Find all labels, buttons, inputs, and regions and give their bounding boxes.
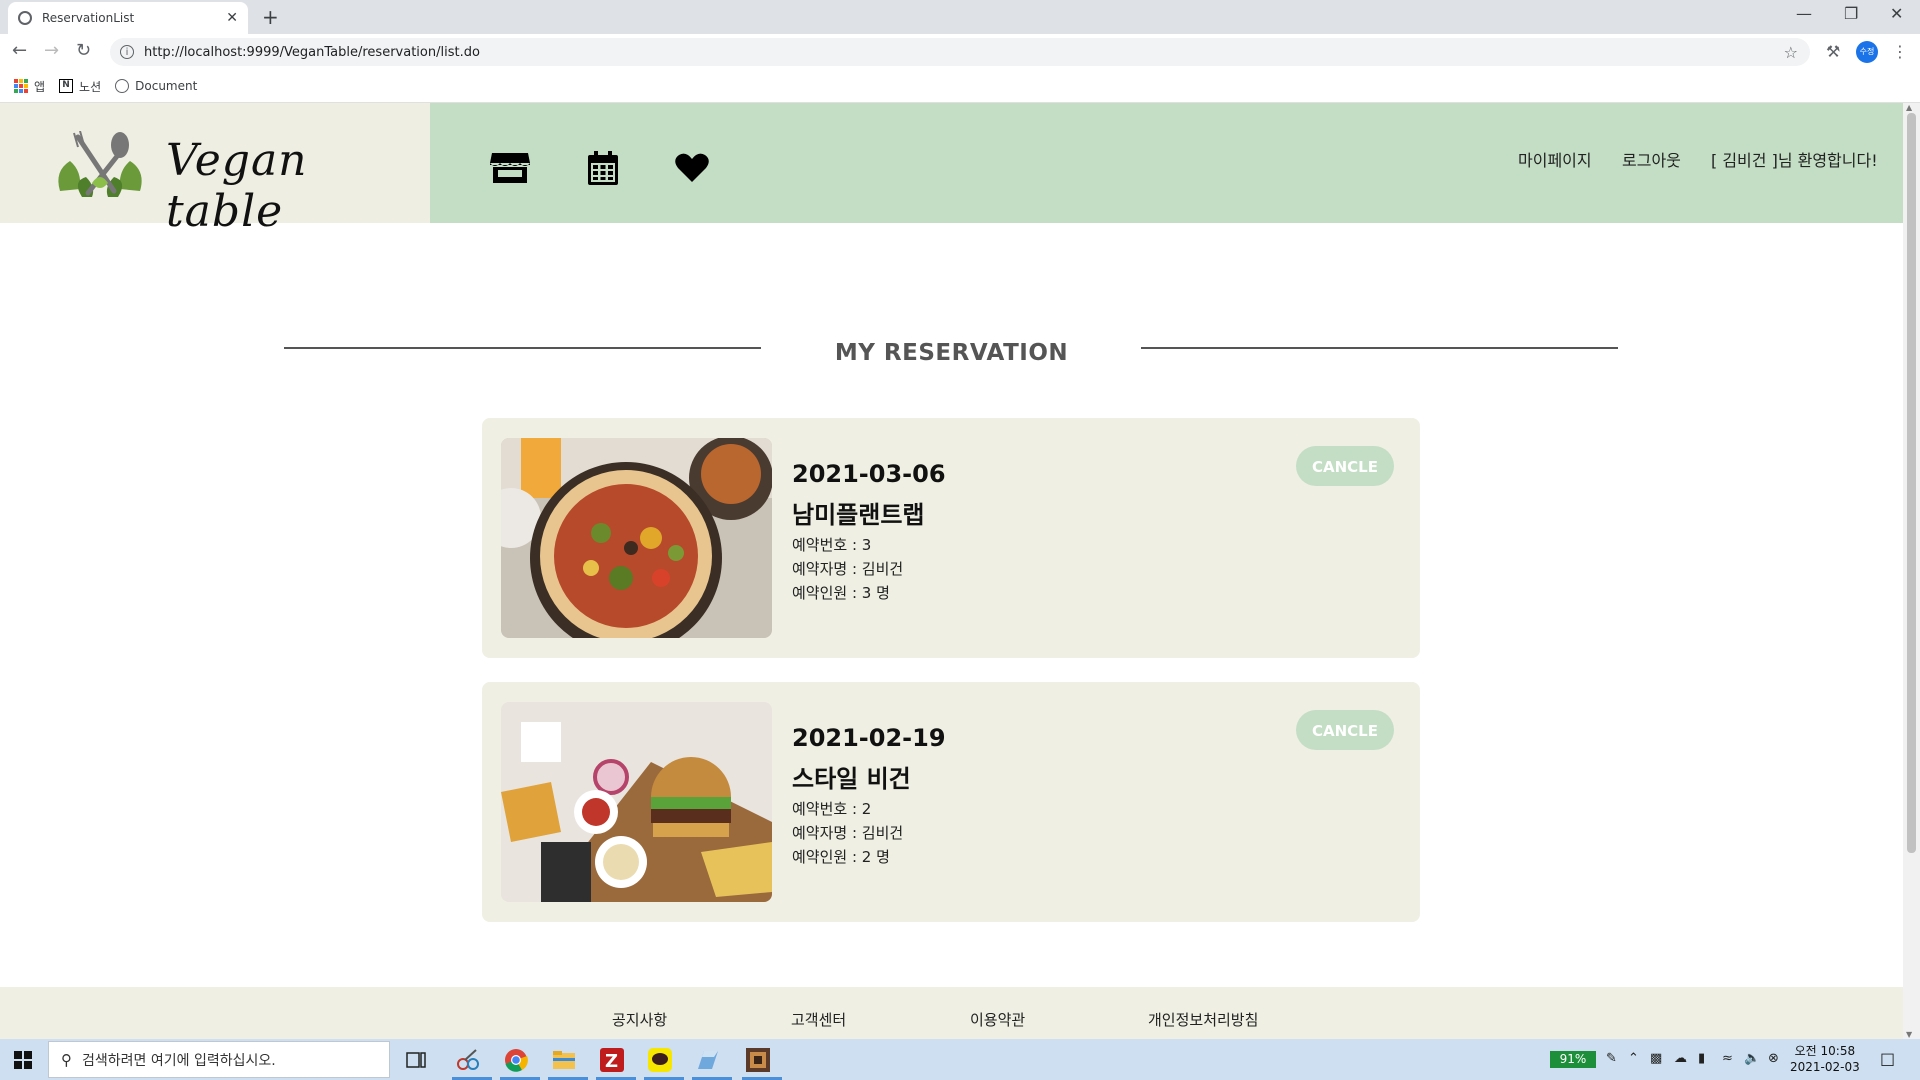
site-header: Vegan table 마이페이지 로그아웃 [김비건]님 환영합니다! [0, 103, 1903, 237]
cloud-icon[interactable]: ☁ [1674, 1051, 1687, 1066]
bookmark-label: Document [135, 79, 198, 93]
tab-title: ReservationList [42, 11, 135, 25]
bookmark-apps[interactable]: 앱 [14, 78, 45, 95]
search-placeholder: 검색하려면 여기에 입력하십시오. [82, 1052, 276, 1069]
battery-icon[interactable]: ▮ [1698, 1051, 1705, 1066]
store-icon[interactable] [490, 151, 530, 185]
reservation-date: 2021-03-06 [792, 460, 946, 488]
browser-tab-bar: ReservationList ✕ + — ❐ ✕ [0, 0, 1920, 34]
new-tab-button[interactable]: + [262, 5, 279, 29]
menu-icon[interactable]: ⋮ [1892, 42, 1908, 61]
taskbar-clock[interactable]: 오전 10:58 2021-02-03 [1790, 1043, 1860, 1075]
welcome-text: [ 김비건 ]님 환영합니다! [1711, 151, 1878, 170]
party-size: 예약인원 : 2 명 [792, 848, 890, 866]
site-logo-text: Vegan table [166, 135, 308, 237]
footer-link-terms[interactable]: 이용약관 [970, 1009, 1025, 1030]
taskbar-search[interactable]: ⚲ 검색하려면 여기에 입력하십시오. [48, 1041, 390, 1078]
reload-icon[interactable]: ↻ [76, 40, 91, 61]
title-rule-right [1141, 347, 1618, 349]
reserver-name: 예약자명 : 김비건 [792, 824, 904, 842]
store-name[interactable]: 남미플랜트랩 [792, 495, 924, 530]
footer-link-privacy[interactable]: 개인정보처리방침 [1148, 1009, 1258, 1030]
pen-icon[interactable]: ✎ [1606, 1051, 1617, 1066]
scroll-down-icon[interactable]: ▼ [1906, 1030, 1912, 1039]
party-size: 예약인원 : 3 명 [792, 584, 890, 602]
url-text: http://localhost:9999/VeganTable/reserva… [144, 44, 480, 60]
reservation-card: 2021-02-19 스타일 비건 예약번호 : 2 예약자명 : 김비건 예약… [482, 682, 1420, 922]
minimize-icon[interactable]: — [1796, 4, 1812, 23]
restore-icon[interactable]: ❐ [1844, 4, 1858, 23]
cancel-button[interactable]: CANCLE [1296, 710, 1394, 750]
globe-icon [18, 11, 32, 25]
calendar-icon[interactable] [588, 151, 618, 185]
battery-indicator[interactable]: 91% [1550, 1051, 1596, 1068]
footer-link-support[interactable]: 고객센터 [791, 1009, 846, 1030]
logout-link[interactable]: 로그아웃 [1622, 147, 1681, 171]
search-icon: ⚲ [61, 1050, 72, 1069]
heart-icon[interactable] [675, 153, 709, 183]
profile-avatar[interactable]: 수정 [1856, 41, 1878, 63]
game-app-icon[interactable] [742, 1045, 782, 1080]
burger-photo [501, 702, 772, 902]
ime-icon[interactable]: ⊗ [1768, 1051, 1779, 1066]
filezilla-icon[interactable]: Z [596, 1045, 636, 1080]
scrollbar-thumb[interactable] [1907, 113, 1916, 853]
bookmark-document[interactable]: Document [115, 79, 197, 93]
pizza-photo [501, 438, 772, 638]
store-name[interactable]: 스타일 비건 [792, 759, 911, 794]
notion-icon: N [59, 79, 74, 93]
mypage-link[interactable]: 마이페이지 [1518, 147, 1592, 171]
volume-icon[interactable]: 🔈 [1744, 1051, 1760, 1066]
kakaotalk-icon[interactable] [644, 1045, 684, 1080]
bookmark-label: 노션 [79, 79, 102, 94]
extensions-icon[interactable]: ⚒ [1826, 42, 1840, 61]
notification-icon[interactable]: □ [1880, 1049, 1895, 1068]
svg-text:Z: Z [605, 1051, 618, 1072]
main-nav: 마이페이지 로그아웃 [ 김비건 ]님 환영합니다! [430, 103, 1903, 223]
device-icon[interactable]: ▩ [1650, 1051, 1662, 1066]
reservation-date: 2021-02-19 [792, 724, 946, 752]
browser-toolbar: ← → ↻ i http://localhost:9999/VeganTable… [0, 34, 1920, 70]
address-bar[interactable]: i http://localhost:9999/VeganTable/reser… [110, 38, 1810, 66]
wifi-icon[interactable]: ≈ [1722, 1051, 1733, 1066]
reservation-number: 예약번호 : 2 [792, 800, 872, 818]
page-viewport: Vegan table 마이페이지 로그아웃 [김비건]님 환영합니다! M… [0, 103, 1920, 1039]
info-icon[interactable]: i [120, 45, 134, 59]
reserver-name: 예약자명 : 김비건 [792, 560, 904, 578]
vegan-leaf-logo-icon [58, 131, 142, 197]
globe-icon [115, 79, 130, 93]
reservation-card: 2021-03-06 남미플랜트랩 예약번호 : 3 예약자명 : 김비건 예약… [482, 418, 1420, 658]
forward-icon[interactable]: → [44, 40, 59, 61]
snipping-tool-icon[interactable] [452, 1045, 492, 1080]
reservation-number: 예약번호 : 3 [792, 536, 872, 554]
logo-area[interactable]: Vegan table [0, 103, 430, 237]
restaurant-photo [501, 702, 772, 902]
clock-time: 오전 10:58 [1794, 1044, 1856, 1058]
restaurant-photo [501, 438, 772, 638]
close-tab-icon[interactable]: ✕ [226, 10, 238, 26]
bookmarks-bar: 앱 N 노션 Document [0, 70, 1920, 103]
show-hidden-icons-icon[interactable]: ⌃ [1628, 1051, 1639, 1066]
page-title: MY RESERVATION [834, 340, 1069, 366]
site-footer: 공지사항 고객센터 이용약관 개인정보처리방침 [0, 987, 1903, 1039]
browser-tab[interactable]: ReservationList ✕ [8, 2, 248, 34]
page-scrollbar[interactable]: ▲ ▼ [1903, 103, 1920, 1039]
clock-date: 2021-02-03 [1790, 1060, 1860, 1074]
windows-start-icon[interactable] [14, 1051, 32, 1069]
scroll-up-icon[interactable]: ▲ [1906, 103, 1912, 112]
apps-grid-icon [14, 79, 28, 93]
windows-taskbar: ⚲ 검색하려면 여기에 입력하십시오. Z 91% ✎ ⌃ ▩ ☁ ▮ ≈ 🔈 … [0, 1039, 1920, 1080]
cancel-button[interactable]: CANCLE [1296, 446, 1394, 486]
bookmark-notion[interactable]: N 노션 [59, 78, 101, 95]
close-window-icon[interactable]: ✕ [1890, 4, 1903, 23]
footer-link-notice[interactable]: 공지사항 [612, 1009, 667, 1030]
bookmark-label: 앱 [34, 79, 46, 94]
chrome-icon[interactable] [500, 1045, 540, 1080]
task-view-icon[interactable] [400, 1045, 432, 1075]
file-explorer-icon[interactable] [548, 1045, 588, 1080]
back-icon[interactable]: ← [12, 40, 27, 61]
star-icon[interactable]: ☆ [1784, 43, 1798, 62]
editor-app-icon[interactable] [692, 1045, 732, 1080]
